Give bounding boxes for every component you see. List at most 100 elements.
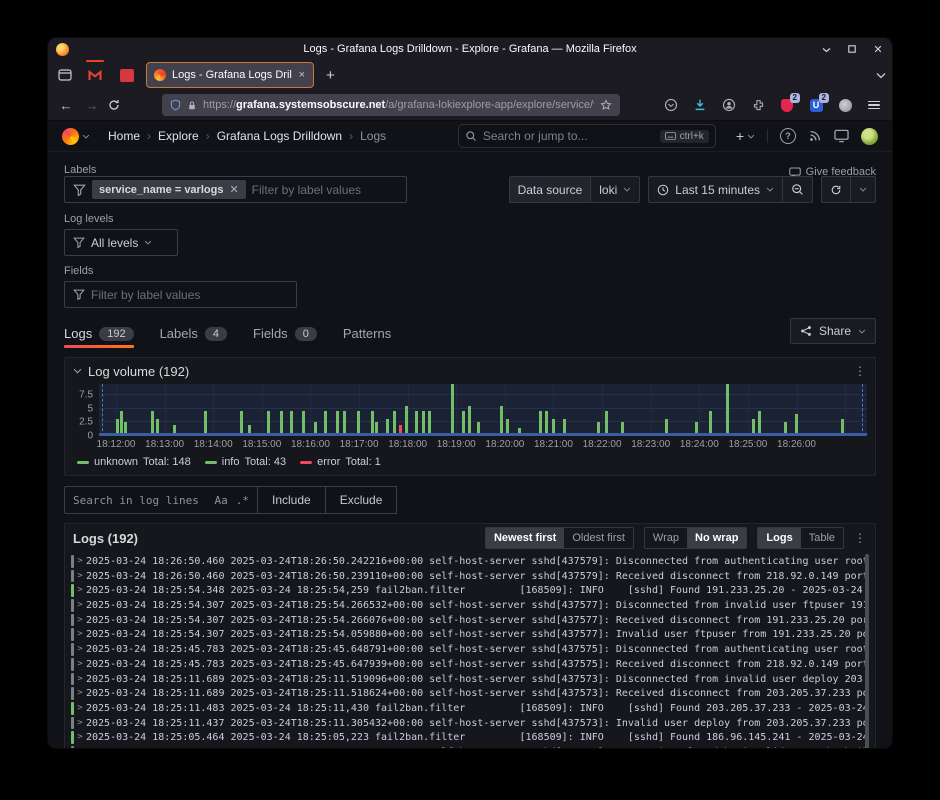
refresh-interval-dropdown[interactable] — [851, 176, 876, 203]
log-row[interactable]: >2025-03-24 18:25:54.348 2025-03-24 18:2… — [71, 583, 869, 598]
legend-item-info[interactable]: infoTotal: 43 — [205, 456, 286, 468]
tab-close-icon[interactable]: × — [298, 69, 306, 81]
extension-grey-icon[interactable] — [837, 97, 853, 113]
toggle-wrap[interactable]: Wrap — [645, 528, 687, 548]
window-minimize-button[interactable] — [820, 43, 832, 55]
log-row[interactable]: >2025-03-24 18:25:05.464 2025-03-24 18:2… — [71, 730, 869, 745]
list-all-tabs-button[interactable] — [876, 72, 886, 79]
grafana-logo-menu[interactable] — [62, 128, 90, 145]
panel-menu-icon[interactable]: ⋮ — [854, 364, 867, 378]
fields-filter-input[interactable]: Filter by label values — [64, 281, 297, 308]
pocket-icon[interactable] — [663, 97, 679, 113]
label-filter-input[interactable]: service_name = varlogs ✕ Filter by label… — [64, 176, 407, 203]
case-sensitive-toggle[interactable]: Aa — [215, 494, 228, 507]
legend-item-unknown[interactable]: unknownTotal: 148 — [77, 456, 191, 468]
log-expand-icon[interactable]: > — [74, 554, 86, 569]
log-row[interactable]: >2025-03-24 18:25:11.437 2025-03-24T18:2… — [71, 716, 869, 731]
pinned-tab-gmail[interactable] — [82, 63, 108, 87]
toggle-newest-first[interactable]: Newest first — [486, 528, 564, 548]
datasource-picker[interactable]: loki — [590, 176, 640, 203]
extension-red-icon[interactable]: 2 — [779, 97, 795, 113]
active-tab[interactable]: Logs - Grafana Logs Drilldow × — [146, 62, 314, 88]
avatar[interactable] — [861, 128, 878, 145]
log-expand-icon[interactable]: > — [74, 730, 86, 745]
log-expand-icon[interactable]: > — [74, 657, 86, 672]
log-row[interactable]: >2025-03-24 18:25:54.307 2025-03-24T18:2… — [71, 613, 869, 628]
legend-swatch — [77, 461, 89, 464]
log-expand-icon[interactable]: > — [74, 686, 86, 701]
firefox-view-button[interactable] — [54, 64, 76, 86]
back-button[interactable]: ← — [56, 98, 76, 113]
refresh-button[interactable] — [821, 176, 851, 203]
share-button[interactable]: Share — [790, 318, 876, 344]
toggle-oldest-first[interactable]: Oldest first — [564, 528, 633, 548]
tab-labels[interactable]: Labels4 — [160, 326, 227, 348]
include-button[interactable]: Include — [258, 487, 325, 513]
reload-button[interactable] — [108, 99, 128, 111]
log-row[interactable]: >2025-03-24 18:25:11.483 2025-03-24 18:2… — [71, 701, 869, 716]
extensions-puzzle-icon[interactable] — [750, 97, 766, 113]
window-close-button[interactable]: ✕ — [872, 43, 884, 55]
logs-scrollbar[interactable] — [865, 554, 869, 748]
log-expand-icon[interactable]: > — [74, 627, 86, 642]
window-maximize-button[interactable] — [846, 43, 858, 55]
regex-toggle[interactable]: .* — [236, 494, 249, 507]
logs-menu-icon[interactable]: ⋮ — [854, 531, 867, 545]
time-range-picker[interactable]: Last 15 minutes — [648, 176, 783, 203]
log-row[interactable]: >2025-03-24 18:25:11.689 2025-03-24T18:2… — [71, 672, 869, 687]
log-row[interactable]: >2025-03-24 18:25:05.171 2025-03-24T18:2… — [71, 745, 869, 748]
log-expand-icon[interactable]: > — [74, 716, 86, 731]
tab-patterns[interactable]: Patterns — [343, 326, 391, 348]
volume-bar — [290, 411, 293, 433]
forward-button[interactable]: → — [82, 98, 102, 113]
log-expand-icon[interactable]: > — [74, 598, 86, 613]
extension-blue-icon[interactable]: U 2 — [808, 97, 824, 113]
log-line-search-input[interactable]: Search in log lines Aa .* — [64, 486, 258, 514]
url-field[interactable]: https://grafana.systemsobscure.net/a/gra… — [162, 94, 620, 116]
new-tab-button[interactable]: + — [320, 67, 341, 84]
log-expand-icon[interactable]: > — [74, 613, 86, 628]
zoom-out-button[interactable] — [783, 176, 813, 203]
log-message: 2025-03-24T18:26:50.242216+00:00 self-ho… — [224, 556, 869, 567]
breadcrumb-item-home[interactable]: Home — [108, 129, 140, 143]
log-row[interactable]: >2025-03-24 18:26:50.460 2025-03-24T18:2… — [71, 554, 869, 569]
legend-item-error[interactable]: errorTotal: 1 — [300, 456, 381, 468]
account-icon[interactable] — [721, 97, 737, 113]
log-row[interactable]: >2025-03-24 18:26:50.460 2025-03-24T18:2… — [71, 569, 869, 584]
monitor-icon[interactable] — [834, 129, 849, 143]
log-expand-icon[interactable]: > — [74, 701, 86, 716]
log-expand-icon[interactable]: > — [74, 672, 86, 687]
log-row[interactable]: >2025-03-24 18:25:45.783 2025-03-24T18:2… — [71, 642, 869, 657]
tab-logs[interactable]: Logs192 — [64, 326, 134, 348]
help-icon[interactable]: ? — [780, 128, 796, 144]
exclude-button[interactable]: Exclude — [325, 487, 397, 513]
toggle-no-wrap[interactable]: No wrap — [687, 528, 746, 548]
log-expand-icon[interactable]: > — [74, 642, 86, 657]
search-input[interactable]: Search or jump to... ctrl+k — [458, 124, 716, 148]
log-expand-icon[interactable]: > — [74, 745, 86, 748]
log-expand-icon[interactable]: > — [74, 569, 86, 584]
log-row[interactable]: >2025-03-24 18:25:54.307 2025-03-24T18:2… — [71, 598, 869, 613]
log-row[interactable]: >2025-03-24 18:25:54.307 2025-03-24T18:2… — [71, 627, 869, 642]
plot-area[interactable] — [99, 384, 867, 436]
log-row[interactable]: >2025-03-24 18:25:11.689 2025-03-24T18:2… — [71, 686, 869, 701]
new-dropdown-button[interactable]: + — [736, 128, 755, 144]
breadcrumb-item-logs[interactable]: Logs — [360, 129, 386, 143]
browser-titlebar[interactable]: Logs - Grafana Logs Drilldown - Explore … — [48, 38, 892, 60]
log-row[interactable]: >2025-03-24 18:25:45.783 2025-03-24T18:2… — [71, 657, 869, 672]
toggle-table[interactable]: Table — [801, 528, 843, 548]
log-levels-dropdown[interactable]: All levels — [64, 229, 178, 256]
label-filter-chip[interactable]: service_name = varlogs ✕ — [92, 180, 246, 199]
bookmark-star-icon[interactable] — [600, 99, 612, 111]
toggle-logs[interactable]: Logs — [758, 528, 800, 548]
chip-remove-icon[interactable]: ✕ — [229, 183, 238, 196]
menu-hamburger-icon[interactable] — [866, 97, 882, 113]
pinned-tab-app[interactable] — [114, 63, 140, 87]
news-icon[interactable] — [808, 129, 822, 143]
tab-fields[interactable]: Fields0 — [253, 326, 317, 348]
collapse-chevron-icon[interactable] — [73, 368, 82, 374]
downloads-icon[interactable] — [692, 97, 708, 113]
log-expand-icon[interactable]: > — [74, 583, 86, 598]
breadcrumb-item-grafana-logs-drilldown[interactable]: Grafana Logs Drilldown — [217, 129, 342, 143]
breadcrumb-item-explore[interactable]: Explore — [158, 129, 199, 143]
